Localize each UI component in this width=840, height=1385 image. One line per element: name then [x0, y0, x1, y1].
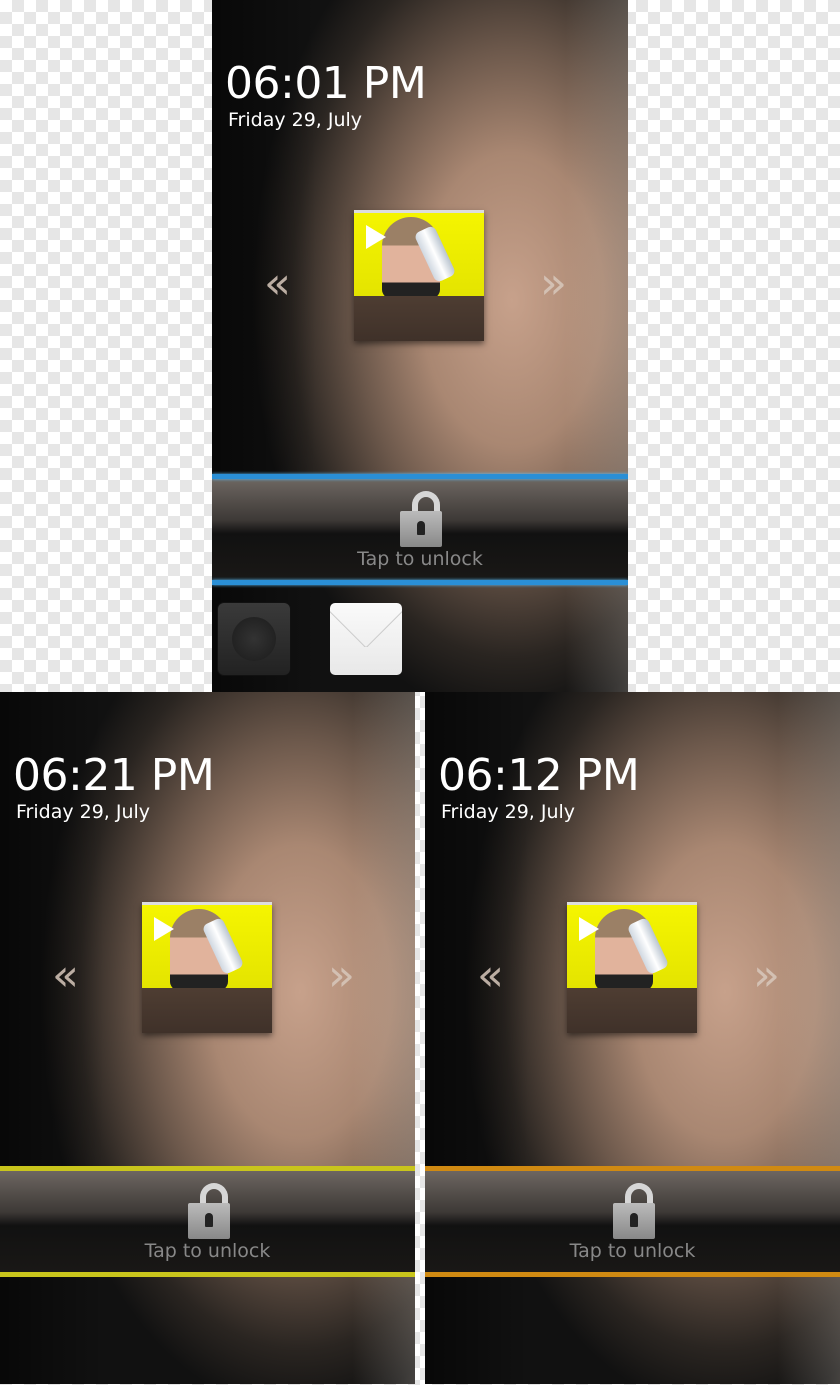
accent-line-top	[212, 474, 628, 479]
unlock-padlock-icon[interactable]	[400, 491, 442, 547]
mail-icon[interactable]	[330, 603, 402, 675]
clock-time: 06:21 PM	[13, 750, 215, 801]
video-thumbnail-image	[142, 902, 272, 988]
clock-time: 06:01 PM	[225, 58, 427, 109]
accent-line-bottom	[212, 580, 628, 585]
video-thumbnail-image	[354, 210, 484, 296]
unlock-padlock-icon[interactable]	[613, 1183, 655, 1239]
clock-date: Friday 29, July	[16, 801, 151, 823]
next-arrow-icon[interactable]: »	[753, 950, 780, 1001]
clock-time: 06:12 PM	[438, 750, 640, 801]
next-arrow-icon[interactable]: »	[540, 258, 567, 309]
lockscreen-yellow: 06:21 PM Friday 29, July « » Tap to unlo…	[0, 692, 415, 1384]
unlock-label: Tap to unlock	[569, 1240, 696, 1262]
unlock-bar[interactable]: Tap to unlock	[0, 1171, 415, 1274]
lockscreen-blue: 06:01 PM Friday 29, July « » Tap to unlo…	[212, 0, 628, 692]
media-thumbnail[interactable]	[354, 210, 484, 341]
accent-line-top	[0, 1166, 415, 1171]
previous-arrow-icon[interactable]: «	[477, 950, 504, 1001]
accent-line-bottom	[425, 1272, 840, 1277]
media-thumbnail[interactable]	[567, 902, 697, 1033]
unlock-bar[interactable]: Tap to unlock	[425, 1171, 840, 1274]
unlock-label: Tap to unlock	[144, 1240, 271, 1262]
next-arrow-icon[interactable]: »	[328, 950, 355, 1001]
play-icon[interactable]	[366, 225, 386, 249]
lockscreen-orange: 06:12 PM Friday 29, July « » Tap to unlo…	[425, 692, 840, 1384]
accent-line-top	[425, 1166, 840, 1171]
previous-arrow-icon[interactable]: «	[52, 950, 79, 1001]
phone-icon[interactable]	[218, 603, 290, 675]
unlock-padlock-icon[interactable]	[188, 1183, 230, 1239]
play-icon[interactable]	[154, 917, 174, 941]
clock-date: Friday 29, July	[228, 109, 363, 131]
clock-date: Friday 29, July	[441, 801, 576, 823]
accent-line-bottom	[0, 1272, 415, 1277]
video-thumbnail-image	[567, 902, 697, 988]
previous-arrow-icon[interactable]: «	[264, 258, 291, 309]
play-icon[interactable]	[579, 917, 599, 941]
unlock-bar[interactable]: Tap to unlock	[212, 479, 628, 582]
unlock-label: Tap to unlock	[357, 548, 483, 570]
media-thumbnail[interactable]	[142, 902, 272, 1033]
